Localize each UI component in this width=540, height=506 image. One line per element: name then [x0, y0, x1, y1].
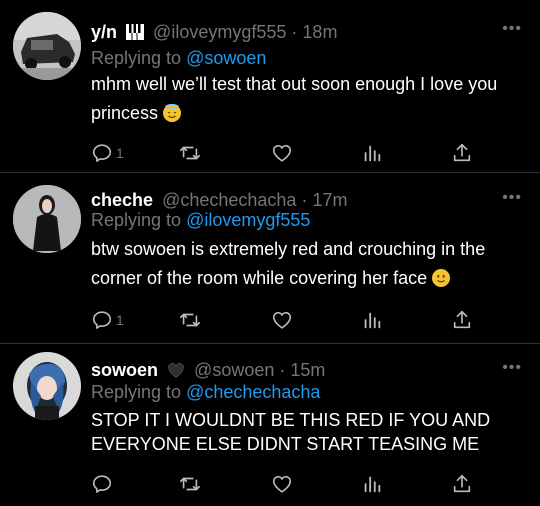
more-options-icon[interactable]: ••• [502, 359, 522, 377]
reply-mention-link[interactable]: @ilovemygf555 [186, 210, 310, 230]
user-handle[interactable]: @sowoen [194, 360, 274, 380]
tweet-body: mhm well we’ll test that out soon enough… [91, 74, 498, 123]
reply-button[interactable]: 1 [91, 141, 124, 165]
tweet-1[interactable]: y/n @iloveymygf555 · 18m ••• Replying to… [0, 0, 540, 172]
smiling-face-with-halo-icon [163, 104, 182, 122]
black-heart-icon [167, 361, 185, 383]
reply-count: 1 [116, 145, 124, 161]
retweet-icon [180, 146, 200, 160]
share-icon [453, 474, 471, 493]
tweet-3[interactable]: sowoen @sowoen · 15m ••• Replying to @ch… [0, 344, 540, 506]
tweet-header: sowoen @sowoen · 15m [91, 359, 325, 383]
tweet-actions [91, 472, 521, 496]
share-icon [453, 143, 471, 162]
retweet-button[interactable] [179, 308, 201, 332]
heart-icon [272, 311, 292, 329]
separator-dot: · [301, 190, 308, 210]
reply-button[interactable]: 1 [91, 308, 124, 332]
timestamp[interactable]: 17m [312, 190, 347, 210]
timestamp[interactable]: 18m [302, 22, 337, 42]
tweet-body: STOP IT I WOULDNT BE THIS RED IF YOU AND… [91, 410, 491, 454]
share-button[interactable] [451, 141, 473, 165]
like-button[interactable] [271, 308, 293, 332]
retweet-icon [180, 477, 200, 491]
retweet-button[interactable] [179, 141, 201, 165]
reply-mention-link[interactable]: @sowoen [186, 48, 266, 68]
like-button[interactable] [271, 141, 293, 165]
user-handle[interactable]: @iloveymygf555 [153, 22, 286, 42]
share-icon [453, 310, 471, 329]
heart-icon [272, 144, 292, 162]
tweet-text: STOP IT I WOULDNT BE THIS RED IF YOU AND… [91, 408, 531, 456]
replying-to: Replying to @ilovemygf555 [91, 209, 310, 231]
slightly-smiling-face-icon [432, 269, 451, 287]
replying-to-label: Replying to [91, 210, 182, 230]
display-name[interactable]: sowoen [91, 360, 158, 380]
display-name[interactable]: y/n [91, 22, 117, 42]
separator-dot: · [291, 22, 298, 42]
tweet-body: btw sowoen is extremely red and crouchin… [91, 239, 486, 288]
reply-icon [92, 311, 112, 329]
tweet-2[interactable]: cheche @chechechacha · 17m ••• Replying … [0, 173, 540, 343]
timestamp[interactable]: 15m [290, 360, 325, 380]
tweet-header: cheche @chechechacha · 17m [91, 189, 347, 211]
tweet-actions: 1 [91, 308, 521, 332]
more-options-icon[interactable]: ••• [502, 189, 522, 207]
analytics-icon [364, 145, 381, 162]
share-button[interactable] [451, 308, 473, 332]
display-name[interactable]: cheche [91, 190, 153, 210]
tweet-text: btw sowoen is extremely red and crouchin… [91, 235, 531, 293]
replying-to: Replying to @sowoen [91, 47, 266, 69]
reply-button[interactable] [91, 472, 116, 496]
replying-to-label: Replying to [91, 382, 182, 402]
reply-icon [92, 144, 112, 162]
avatar[interactable] [13, 12, 81, 80]
replying-to: Replying to @chechechacha [91, 381, 320, 403]
analytics-icon [364, 476, 381, 493]
reply-count: 1 [116, 312, 124, 328]
replying-to-label: Replying to [91, 48, 182, 68]
avatar[interactable] [13, 352, 81, 420]
like-button[interactable] [271, 472, 293, 496]
tweet-text: mhm well we’ll test that out soon enough… [91, 70, 531, 128]
heart-icon [272, 475, 292, 493]
retweet-icon [180, 313, 200, 327]
share-button[interactable] [451, 472, 473, 496]
more-options-icon[interactable]: ••• [502, 20, 522, 38]
analytics-button[interactable] [361, 308, 383, 332]
avatar[interactable] [13, 185, 81, 253]
retweet-button[interactable] [179, 472, 201, 496]
separator-dot: · [279, 360, 286, 380]
user-handle[interactable]: @chechechacha [162, 190, 296, 210]
reply-icon [92, 475, 112, 493]
reply-mention-link[interactable]: @chechechacha [186, 382, 320, 402]
piano-keys-icon [126, 23, 145, 45]
analytics-button[interactable] [361, 472, 383, 496]
tweet-header: y/n @iloveymygf555 · 18m [91, 21, 337, 45]
tweet-actions: 1 [91, 141, 521, 165]
analytics-icon [364, 312, 381, 329]
analytics-button[interactable] [361, 141, 383, 165]
